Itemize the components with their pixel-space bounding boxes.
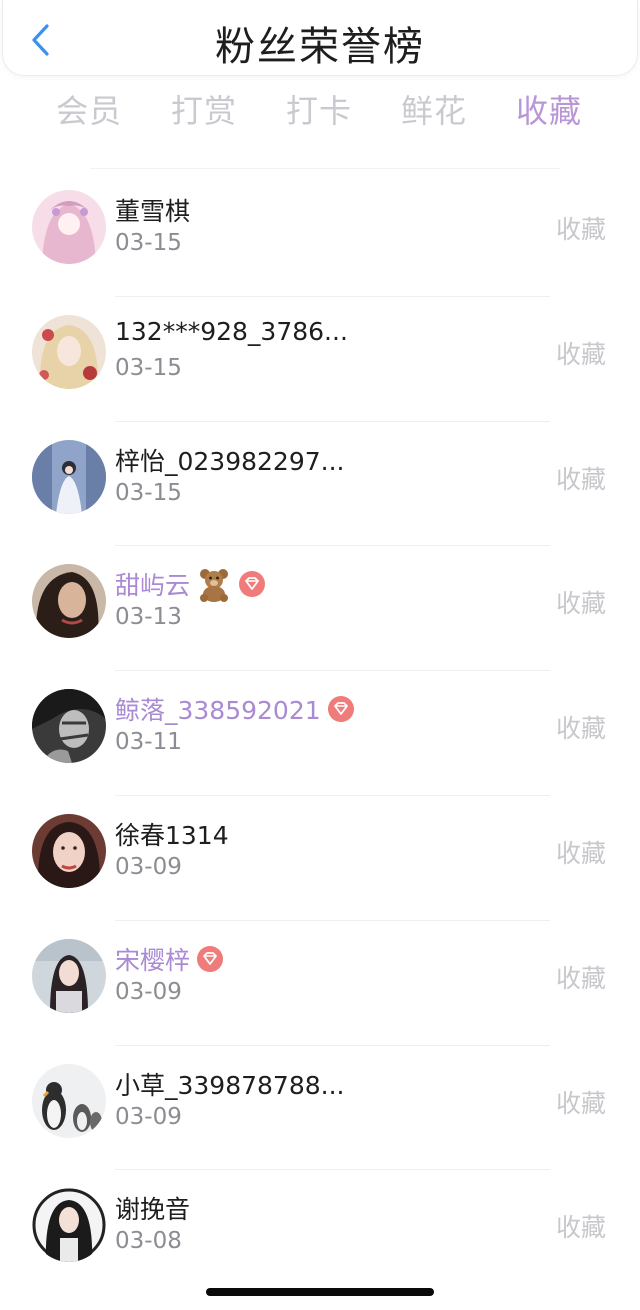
list-item[interactable]: 甜屿云 03-13 收藏 (0, 546, 640, 672)
tab-flowers[interactable]: 鲜花 (379, 86, 489, 132)
category-tabs: 会员 打赏 打卡 鲜花 收藏 (0, 86, 640, 146)
fan-name-text: 132***928_3786... (115, 316, 348, 346)
avatar[interactable] (32, 1188, 106, 1263)
list-item[interactable]: 132***928_3786... 03-15 收藏 (0, 297, 640, 422)
favorite-label: 收藏 (555, 1088, 606, 1118)
fan-name: 谢挽音 (115, 1190, 190, 1226)
fan-name-text: 梓怡_023982297... (115, 446, 345, 476)
fan-name: 甜屿云 (115, 566, 266, 603)
favorite-label: 收藏 (555, 589, 606, 619)
avatar[interactable] (32, 689, 106, 764)
fan-name: 梓怡_023982297... (115, 442, 345, 478)
fan-name-text: 董雪棋 (115, 197, 191, 226)
fan-name-text: 徐春1314 (115, 820, 229, 850)
avatar[interactable] (32, 190, 106, 264)
vip-diamond-icon (238, 570, 266, 598)
fan-date: 03-09 (115, 1103, 182, 1130)
tab-members[interactable]: 会员 (34, 86, 144, 132)
fan-name-text: 鲸落_338592021 (115, 696, 321, 726)
fan-name: 徐春1314 (115, 816, 229, 852)
fan-date: 03-15 (115, 354, 182, 381)
fan-name: 宋樱梓 (115, 941, 224, 977)
fan-name-text: 甜屿云 (115, 571, 191, 601)
list-item[interactable]: 鲸落_338592021 03-11 收藏 (0, 671, 640, 796)
list-item[interactable]: 谢挽音 03-08 收藏 (0, 1170, 640, 1295)
navigation-bar: 粉丝荣誉榜 (2, 0, 638, 76)
favorite-label: 收藏 (555, 464, 606, 494)
fan-name: 鲸落_338592021 (115, 691, 355, 727)
vip-diamond-icon (196, 945, 224, 973)
fan-name-text: 宋樱梓 (115, 945, 191, 975)
teddy-bear-icon (196, 566, 232, 603)
favorite-label: 收藏 (555, 1213, 606, 1243)
fan-name: 小草_339878788... (115, 1066, 345, 1102)
tab-checkin[interactable]: 打卡 (264, 86, 374, 132)
fan-honor-page: 粉丝荣誉榜 会员 打赏 打卡 鲜花 收藏 董雪棋 03-15 收藏 132***… (0, 0, 640, 1310)
list-item[interactable]: 徐春1314 03-09 收藏 (0, 796, 640, 921)
list-item[interactable]: 董雪棋 03-15 收藏 (0, 172, 640, 297)
fan-date: 03-11 (115, 729, 182, 756)
fan-date: 03-09 (115, 978, 182, 1005)
fan-date: 03-09 (115, 853, 182, 880)
favorite-label: 收藏 (555, 339, 606, 369)
list-item[interactable]: 宋樱梓 03-09 收藏 (0, 921, 640, 1046)
fan-date: 03-15 (115, 479, 182, 506)
fan-list: 董雪棋 03-15 收藏 132***928_3786... 03-15 收藏 … (0, 172, 640, 1295)
list-item[interactable]: 小草_339878788... 03-09 收藏 (0, 1046, 640, 1171)
fan-date: 03-15 (115, 230, 182, 256)
favorite-label: 收藏 (555, 215, 606, 244)
avatar[interactable] (32, 938, 106, 1013)
fan-name-text: 谢挽音 (115, 1195, 191, 1225)
page-title: 粉丝荣誉榜 (215, 24, 425, 70)
avatar[interactable] (32, 813, 106, 888)
vip-diamond-icon (327, 695, 355, 723)
favorite-label: 收藏 (555, 838, 606, 868)
favorite-label: 收藏 (555, 963, 606, 993)
fan-name-text: 小草_339878788... (115, 1070, 345, 1100)
avatar[interactable] (32, 314, 106, 389)
favorite-label: 收藏 (555, 714, 606, 744)
tab-tips[interactable]: 打赏 (149, 86, 259, 132)
fan-date: 03-13 (115, 604, 182, 631)
fan-date: 03-08 (115, 1228, 182, 1255)
home-indicator[interactable] (206, 1288, 434, 1296)
tab-favorites[interactable]: 收藏 (494, 86, 604, 132)
fan-name: 132***928_3786... (115, 317, 348, 346)
fan-name: 董雪棋 (115, 192, 190, 228)
avatar[interactable] (32, 439, 106, 514)
tabs-divider (90, 168, 560, 169)
avatar[interactable] (32, 1063, 106, 1138)
avatar[interactable] (32, 564, 106, 639)
list-item[interactable]: 梓怡_023982297... 03-15 收藏 (0, 422, 640, 547)
